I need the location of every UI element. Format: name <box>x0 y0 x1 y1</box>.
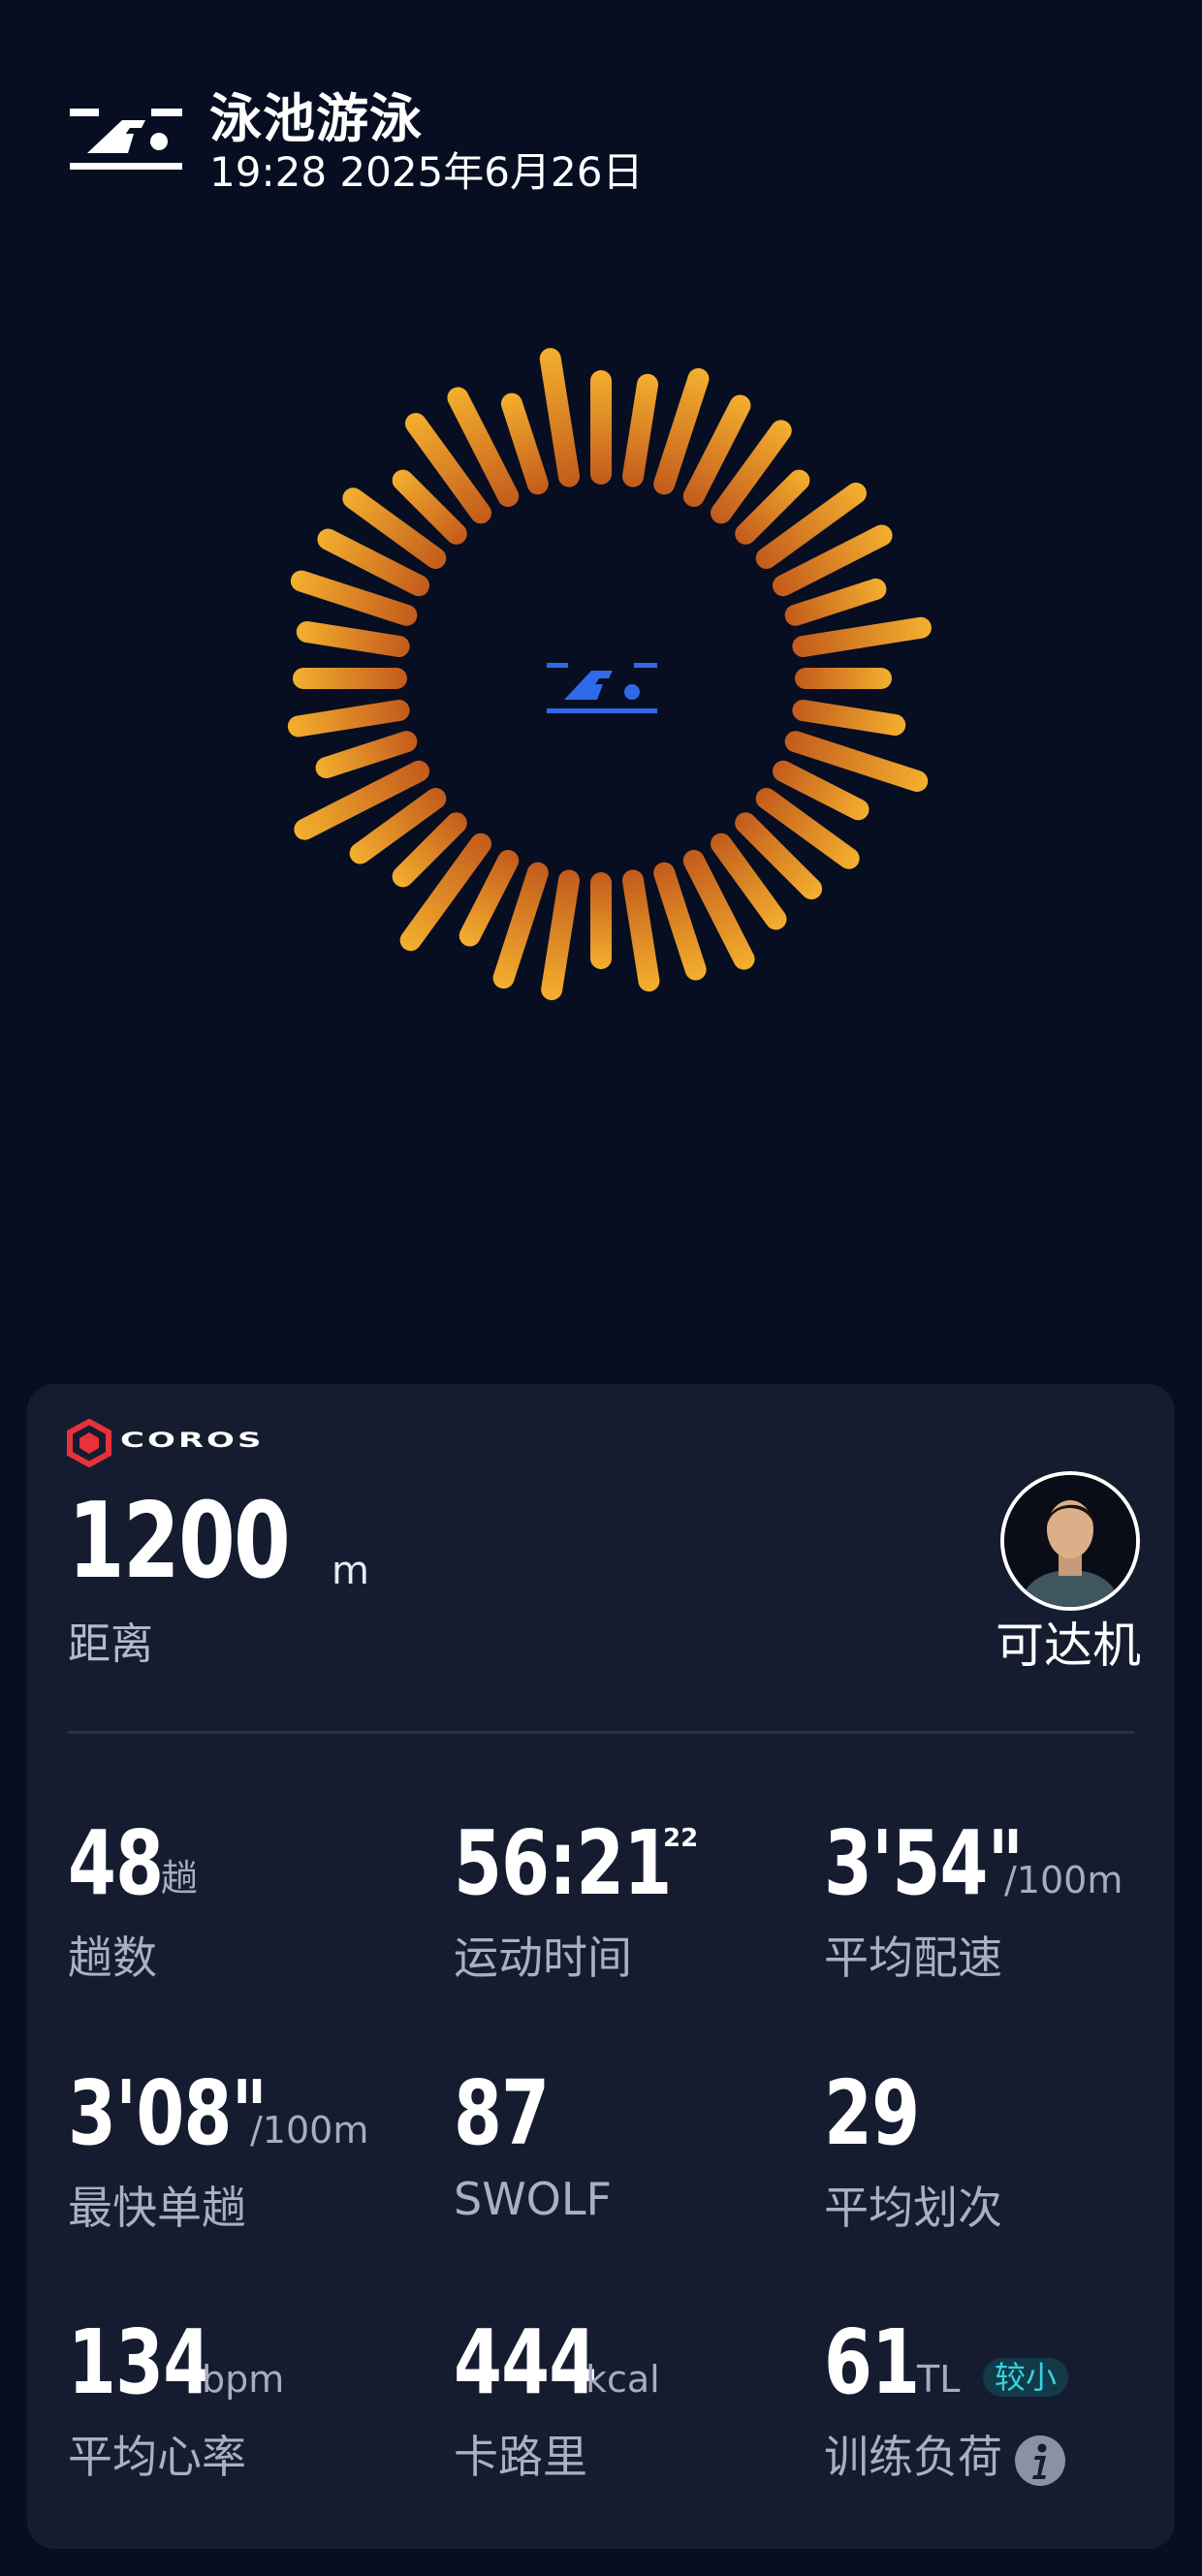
stat-fastest-lap: 3'08" /100m 最快单趟 <box>68 2060 417 2235</box>
stat-swolf: 87 SWOLF <box>454 2060 803 2235</box>
brand-name: COROS <box>120 1428 265 1453</box>
stat-label: SWOLF <box>454 2173 612 2225</box>
activity-detail-screen: 泳池游泳 19:28 2025年6月26日 COROS 1200 m 距离 可达… <box>0 0 1202 2576</box>
pool-swim-icon <box>547 663 657 713</box>
stat-unit: 趟 <box>161 1857 199 1900</box>
stat-unit: TL <box>917 2358 961 2401</box>
pool-swim-icon <box>70 109 182 170</box>
stat-value: 3'54" <box>824 1811 1024 1915</box>
stat-label: 运动时间 <box>454 1932 632 1984</box>
stat-unit: /100m <box>250 2109 369 2152</box>
ring-ray <box>287 700 410 738</box>
stat-label: 平均心率 <box>68 2431 246 2483</box>
distance-value-row: 1200 m <box>68 1481 369 1607</box>
stat-value-superscript: 22 <box>663 1824 699 1853</box>
ring-ray <box>792 616 932 657</box>
ring-ray <box>622 373 659 487</box>
stat-avg-heart-rate: 134 bpm 平均心率 <box>68 2309 417 2484</box>
avatar[interactable] <box>1000 1471 1140 1611</box>
divider <box>68 1731 1134 1734</box>
ring-ray <box>590 370 612 485</box>
ring-ray <box>294 760 429 840</box>
ring-ray <box>795 668 892 689</box>
stat-value: 444 <box>454 2310 597 2414</box>
ring-ray <box>293 668 407 689</box>
stat-value: 87 <box>454 2061 550 2165</box>
distance-value: 1200 <box>68 1481 291 1602</box>
activity-ring-graphic <box>287 348 932 1000</box>
ring-ray <box>792 700 906 737</box>
user-name: 可达机 <box>996 1618 1141 1674</box>
stat-label: 训练负荷 <box>824 2431 1002 2483</box>
ring-ray <box>590 872 612 969</box>
stat-label-row: 训练负荷 <box>824 2422 1173 2487</box>
info-icon[interactable] <box>1014 2435 1066 2487</box>
summary-card: COROS 1200 m 距离 可达机 48 趟 趟数 56:21 22 运动时… <box>27 1384 1175 2549</box>
stat-moving-time: 56:21 22 运动时间 <box>454 1810 803 1985</box>
ring-ray <box>296 620 410 657</box>
stat-avg-pace: 3'54" /100m 平均配速 <box>824 1810 1173 1985</box>
stat-label: 卡路里 <box>454 2431 587 2483</box>
stat-training-load: 61 TL 较小 训练负荷 <box>824 2309 1173 2487</box>
ring-ray <box>622 869 660 992</box>
distance-label: 距离 <box>68 1619 153 1669</box>
stat-unit: kcal <box>585 2358 660 2401</box>
ring-ray <box>541 869 580 1000</box>
stat-unit: bpm <box>202 2358 285 2401</box>
activity-datetime: 19:28 2025年6月26日 <box>209 148 644 196</box>
stat-label: 最快单趟 <box>68 2182 246 2234</box>
stat-laps: 48 趟 趟数 <box>68 1810 417 1985</box>
stat-label: 平均配速 <box>824 1932 1002 1984</box>
stat-value: 134 <box>68 2310 211 2414</box>
ring-ray <box>539 348 580 487</box>
training-load-badge: 较小 <box>983 2358 1069 2397</box>
stat-value: 48 <box>68 1811 164 1915</box>
avatar-icon <box>1004 1475 1136 1607</box>
stat-unit: /100m <box>1004 1859 1123 1901</box>
coros-logo-icon <box>67 1419 111 1467</box>
stat-calories: 444 kcal 卡路里 <box>454 2309 803 2484</box>
stat-value: 56:21 <box>454 1811 672 1915</box>
stat-value: 29 <box>824 2061 920 2165</box>
stat-avg-strokes: 29 平均划次 <box>824 2060 1173 2235</box>
stat-value: 61 <box>824 2310 920 2414</box>
distance-unit: m <box>332 1549 369 1593</box>
stat-label: 趟数 <box>68 1932 157 1984</box>
stat-label: 平均划次 <box>824 2182 1002 2234</box>
stat-value: 3'08" <box>68 2061 268 2165</box>
